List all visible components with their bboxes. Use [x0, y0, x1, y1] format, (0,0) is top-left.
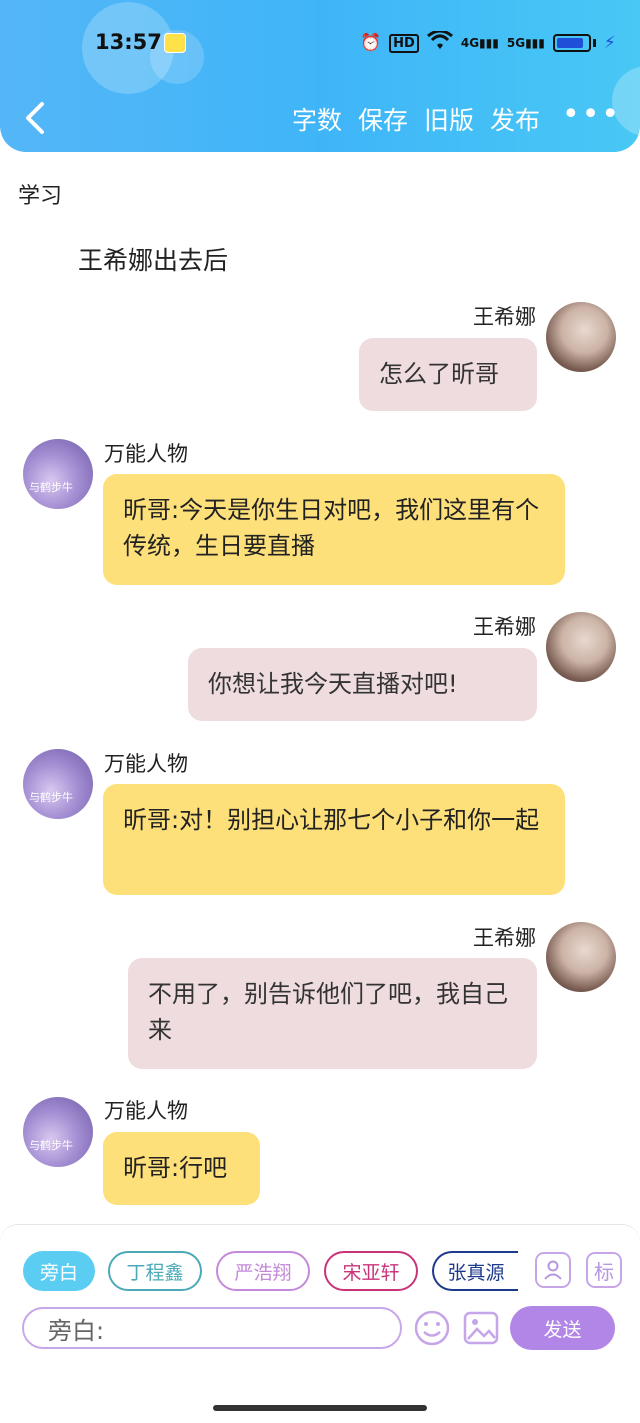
sender-name: 万能人物 — [104, 1099, 188, 1123]
status-time: 13:57 — [95, 30, 162, 54]
sender-name: 万能人物 — [104, 442, 188, 466]
battery-tip — [592, 39, 596, 47]
app-notification-icon — [164, 33, 186, 53]
sender-name: 王希娜 — [473, 926, 536, 950]
send-button[interactable]: 发送 — [510, 1306, 615, 1350]
save-button[interactable]: 保存 — [358, 101, 408, 137]
sender-name: 万能人物 — [104, 752, 188, 776]
role-tag-ding-chengxin[interactable]: 丁程鑫 — [108, 1251, 202, 1291]
avatar[interactable]: 与鹤步牛 — [23, 1097, 93, 1167]
old-version-button[interactable]: 旧版 — [424, 101, 474, 137]
narration-text: 王希娜出去后 — [78, 246, 229, 275]
role-tag-song-yaxuan[interactable]: 宋亚轩 — [324, 1251, 418, 1291]
more-menu-icon[interactable]: ••• — [562, 100, 621, 130]
sender-name: 王希娜 — [473, 305, 536, 329]
role-tag-yan-haoxiang[interactable]: 严浩翔 — [216, 1251, 310, 1291]
message-input[interactable]: 旁白: — [22, 1307, 402, 1349]
emoji-icon[interactable] — [413, 1309, 451, 1347]
tag-icon[interactable]: 标 — [586, 1252, 622, 1288]
5g-signal-icon: 5G▮▮▮ — [506, 36, 545, 50]
role-tag-narrator[interactable]: 旁白 — [23, 1251, 95, 1291]
chevron-left-icon — [26, 102, 44, 134]
avatar[interactable] — [546, 612, 616, 682]
header-actions: 字数 保存 旧版 发布 — [292, 101, 540, 137]
sender-name: 王希娜 — [473, 615, 536, 639]
top-bar: 13:57 ⏰ HD 4G▮▮▮ 5G▮▮▮ ⚡ 字数 保存 旧版 发布 ••• — [0, 0, 640, 152]
4g-signal-icon: 4G▮▮▮ — [460, 36, 499, 50]
avatar[interactable] — [546, 922, 616, 992]
alarm-icon: ⏰ — [360, 33, 382, 53]
message-bubble: 昕哥:对！别担心让那七个小子和你一起 — [103, 784, 565, 895]
add-character-icon[interactable] — [535, 1252, 571, 1288]
charging-icon: ⚡ — [603, 33, 616, 53]
battery-icon — [552, 34, 591, 52]
message-bubble: 昕哥:今天是你生日对吧，我们这里有个传统，生日要直播 — [103, 474, 565, 585]
wifi-icon — [426, 29, 453, 55]
message-bubble: 不用了，别告诉他们了吧，我自己来 — [128, 958, 537, 1069]
image-icon[interactable] — [463, 1310, 499, 1346]
message-bubble: 怎么了昕哥 — [359, 338, 537, 411]
role-tag-zhang-zhenyuan[interactable]: 张真源 — [432, 1251, 518, 1291]
word-count-button[interactable]: 字数 — [292, 101, 342, 137]
message-bubble: 昕哥:行吧 — [103, 1132, 260, 1205]
avatar[interactable] — [546, 302, 616, 372]
avatar[interactable]: 与鹤步牛 — [23, 439, 93, 509]
publish-button[interactable]: 发布 — [490, 101, 540, 137]
message-bubble: 你想让我今天直播对吧! — [188, 648, 537, 721]
hd-icon: HD — [389, 33, 419, 53]
status-icons: ⏰ HD 4G▮▮▮ 5G▮▮▮ ⚡ — [360, 29, 616, 56]
back-button[interactable] — [22, 100, 48, 136]
avatar[interactable]: 与鹤步牛 — [23, 749, 93, 819]
input-value: 旁白: — [48, 1316, 105, 1345]
chapter-title: 学习 — [18, 184, 63, 209]
home-indicator[interactable] — [213, 1405, 427, 1411]
